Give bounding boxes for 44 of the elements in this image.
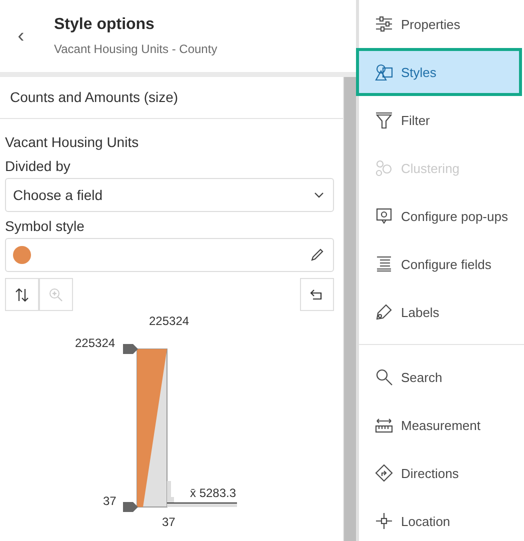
panel-subtitle: Vacant Housing Units - County xyxy=(54,42,218,56)
flip-button[interactable] xyxy=(5,278,39,311)
panel-title: Style options xyxy=(54,16,156,34)
pencil-icon[interactable] xyxy=(309,247,325,263)
average-line xyxy=(166,502,238,504)
field-label: Vacant Housing Units xyxy=(5,133,140,152)
tool-item[interactable]: Labels xyxy=(359,288,524,336)
popup-icon xyxy=(375,207,393,225)
swap-arrows-icon xyxy=(14,286,30,302)
back-button[interactable]: ‹ xyxy=(0,16,42,56)
sliders-icon xyxy=(375,15,393,33)
tool-item[interactable]: Configure fields xyxy=(359,240,524,288)
handle-value: 37 xyxy=(103,494,116,508)
tool-item[interactable]: Styles xyxy=(356,48,522,96)
search-icon xyxy=(375,368,393,386)
shapes-icon xyxy=(375,63,393,81)
filter-icon xyxy=(375,111,393,129)
cluster-icon xyxy=(375,159,393,177)
chevron-down-icon xyxy=(313,191,325,199)
scrollbar[interactable] xyxy=(343,77,356,541)
handle-value: 225324 xyxy=(75,336,116,350)
tool-item[interactable]: Configure pop-ups xyxy=(359,192,524,240)
directions-icon xyxy=(375,464,393,482)
tool-item[interactable]: Properties xyxy=(359,0,524,48)
undo-button[interactable] xyxy=(300,278,334,311)
list-icon xyxy=(375,255,393,273)
tool-item[interactable]: Filter xyxy=(359,96,524,144)
zoom-in-icon xyxy=(48,286,64,302)
slider-handle[interactable] xyxy=(123,344,138,354)
histogram-max-label: 225324 xyxy=(149,314,190,328)
field-label: Symbol style xyxy=(5,217,86,236)
tool-item[interactable]: Measurement xyxy=(359,401,524,449)
histogram-min-label: 37 xyxy=(162,515,176,529)
ruler-icon xyxy=(375,416,393,434)
slider-handle[interactable] xyxy=(123,502,138,512)
field-select[interactable]: Choose a field xyxy=(5,178,334,212)
symbol-style-field[interactable] xyxy=(5,238,334,272)
crosshair-icon xyxy=(375,512,393,530)
average-label: x̄ 5283.3 xyxy=(190,486,236,500)
tool-item[interactable]: Directions xyxy=(359,449,524,497)
field-label: Divided by xyxy=(5,157,72,176)
tool-item[interactable]: Location xyxy=(359,497,524,541)
tool-item[interactable]: Search xyxy=(359,353,524,401)
tag-icon xyxy=(375,303,393,321)
